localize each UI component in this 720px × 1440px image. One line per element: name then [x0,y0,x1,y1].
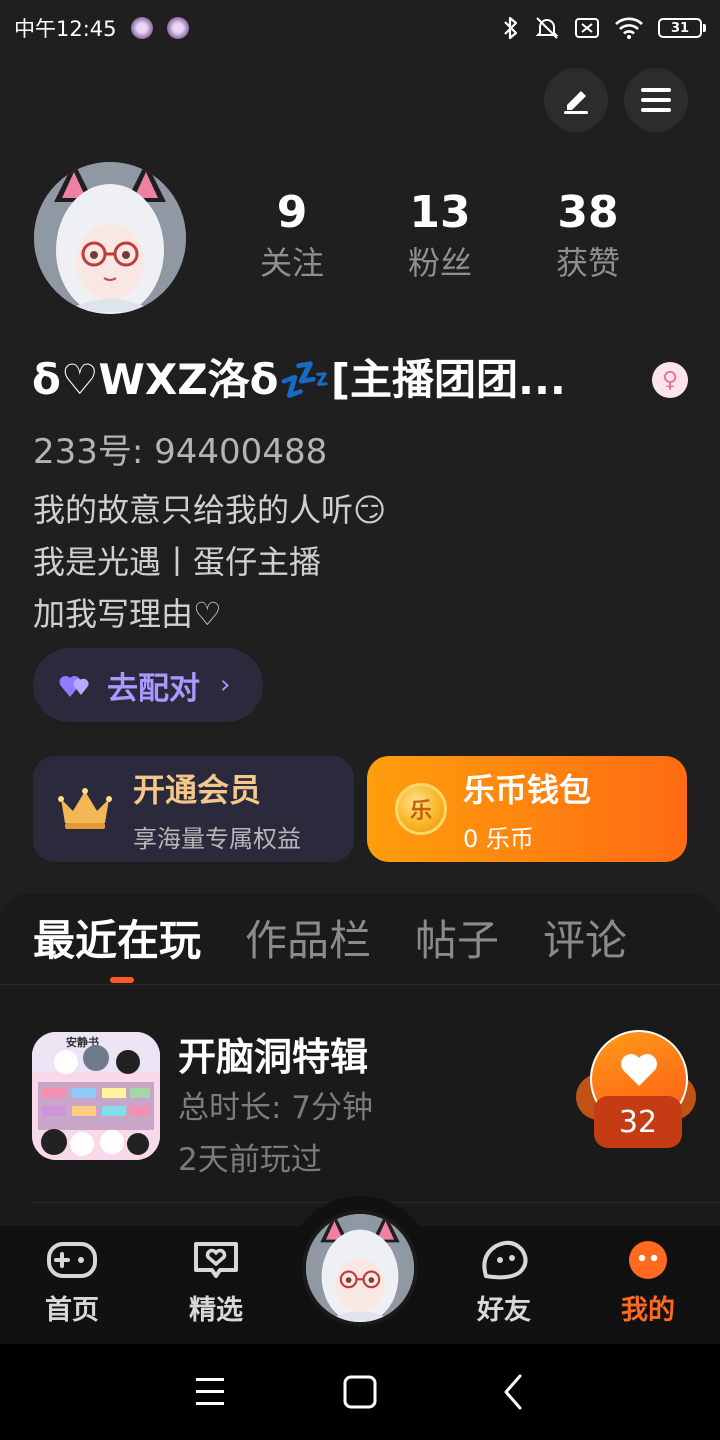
menu-button[interactable] [624,68,688,132]
nav-label: 首页 [45,1295,99,1326]
status-time: 中午12:45 [14,17,117,41]
hamburger-menu-icon [641,88,671,112]
stat-likes[interactable]: 38 获赞 [514,186,662,286]
stat-label: 粉丝 [407,244,472,282]
like-count: 32 [594,1096,682,1148]
bio-line: 加我写理由♡ [33,595,222,633]
match-button[interactable]: 去配对 › [33,648,263,722]
heart-chat-icon [194,1242,238,1278]
wallet-card[interactable]: 乐 乐币钱包 0 乐币 [367,756,687,862]
profile-stats: 9 关注 13 粉丝 38 获赞 [218,186,662,286]
tab-recent[interactable]: 最近在玩 [33,910,201,972]
game-title: 开脑洞特辑 [178,1035,369,1079]
back-button[interactable] [498,1368,526,1420]
wallet-title: 乐币钱包 [463,770,592,809]
status-bar: 中午12:45 31 [0,0,720,56]
wifi-icon [615,17,643,39]
profile-avatar[interactable] [34,162,186,314]
recent-apps-button[interactable] [194,1368,226,1420]
battery-icon: 31 [658,18,706,38]
tab-posts[interactable]: 帖子 [415,910,499,972]
nav-mine[interactable]: 我的 [593,1240,703,1327]
user-id[interactable]: 233号: 94400488 [33,424,327,473]
match-label: 去配对 [107,670,200,707]
mute-bell-icon [535,17,559,39]
coin-icon: 乐 [395,783,447,835]
nav-home[interactable]: 首页 [17,1240,127,1327]
heart-icon [621,1054,657,1086]
wallet-balance: 0 乐币 [463,824,534,853]
back-arrow-icon [504,1374,522,1410]
gamepad-icon [47,1242,97,1278]
center-avatar-button[interactable] [302,1210,418,1326]
tab-comments[interactable]: 评论 [543,910,627,972]
bluetooth-icon [504,16,518,40]
stat-label: 获赞 [555,244,620,282]
vip-title: 开通会员 [133,770,262,809]
nav-friends[interactable]: 好友 [449,1240,559,1327]
battery-level: 31 [658,18,702,38]
tab-works[interactable]: 作品栏 [245,910,371,972]
recents-menu-icon [196,1378,224,1405]
notification-app-icon-2 [166,17,189,39]
female-gender-icon: ♀ [652,362,688,398]
sim-off-icon [575,18,599,38]
nav-label: 我的 [621,1295,675,1326]
recent-game-item[interactable]: 安静书 开脑洞特辑 总时长: 7分钟 2天前玩过 32 [32,1030,696,1178]
user-bio: 我的故意只给我的人听😏 我是光遇丨蛋仔主播 加我写理由♡ [33,484,386,640]
profile-face-icon [629,1241,667,1279]
game-last-played: 2天前玩过 [178,1142,322,1178]
stat-value: 38 [557,187,619,238]
profile-tabs: 最近在玩 作品栏 帖子 评论 [33,910,627,972]
home-square-icon [343,1375,377,1409]
vip-subtitle: 享海量专属权益 [133,824,301,853]
pencil-icon [564,91,588,114]
stat-value: 13 [409,187,471,238]
user-nickname: δ♡WXZ洛δ💤[主播团团... [32,355,566,404]
vip-card[interactable]: 开通会员 享海量专属权益 [33,756,354,862]
edit-profile-button[interactable] [544,68,608,132]
stat-value: 9 [276,187,308,238]
game-icon[interactable]: 安静书 [32,1032,160,1160]
bio-line: 我是光遇丨蛋仔主播 [33,543,322,581]
stat-label: 关注 [259,244,324,282]
nav-featured[interactable]: 精选 [161,1240,271,1327]
nav-label: 好友 [477,1295,531,1326]
divider [0,984,720,985]
notification-app-icon [130,17,153,39]
friend-face-icon [482,1240,528,1280]
stat-following[interactable]: 9 关注 [218,186,366,286]
chevron-right-icon: › [220,670,231,700]
stat-followers[interactable]: 13 粉丝 [366,186,514,286]
active-tab-indicator [110,977,134,983]
home-button[interactable] [342,1368,378,1420]
nav-label: 精选 [189,1295,243,1326]
crown-icon [58,788,112,829]
bio-line: 我的故意只给我的人听😏 [33,491,387,529]
double-heart-icon [59,675,89,697]
game-duration: 总时长: 7分钟 [178,1090,374,1126]
